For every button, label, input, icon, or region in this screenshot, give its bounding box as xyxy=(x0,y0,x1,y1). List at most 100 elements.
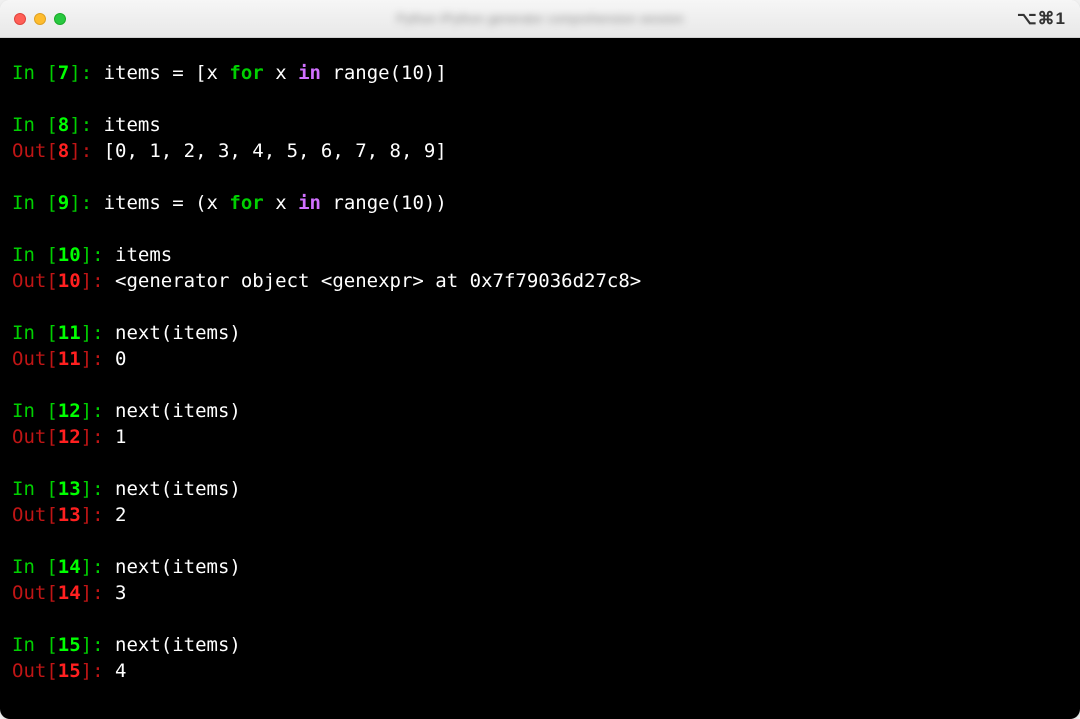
in-label: In xyxy=(12,556,46,578)
code-token: items = (x xyxy=(104,192,230,214)
colon: : xyxy=(92,270,115,292)
code-token: next(items) xyxy=(115,400,241,422)
bracket: ] xyxy=(81,660,92,682)
in-line: In [12]: next(items) xyxy=(12,398,1068,424)
out-label: Out xyxy=(12,270,46,292)
traffic-lights xyxy=(14,13,66,25)
in-line: In [9]: items = (x for x in range(10)) xyxy=(12,190,1068,216)
colon: : xyxy=(81,114,104,136)
code-token: next(items) xyxy=(115,322,241,344)
bracket: [ xyxy=(46,426,57,448)
blank-line xyxy=(12,450,1068,476)
in-line: In [8]: items xyxy=(12,112,1068,138)
out-label: Out xyxy=(12,348,46,370)
output-value: 1 xyxy=(115,426,126,448)
bracket: [ xyxy=(46,140,57,162)
bracket: [ xyxy=(46,192,57,214)
code-token: items xyxy=(104,114,161,136)
bracket: [ xyxy=(46,62,57,84)
colon: : xyxy=(92,660,115,682)
prompt-number: 12 xyxy=(58,400,81,422)
code-token: range(10)) xyxy=(321,192,447,214)
bracket: ] xyxy=(81,348,92,370)
bracket: ] xyxy=(81,582,92,604)
colon: : xyxy=(81,140,104,162)
bracket: ] xyxy=(81,504,92,526)
prompt-number: 15 xyxy=(58,660,81,682)
prompt-number: 14 xyxy=(58,582,81,604)
out-line: Out[12]: 1 xyxy=(12,424,1068,450)
bracket: ] xyxy=(81,634,92,656)
prompt-number: 8 xyxy=(58,140,69,162)
output-value: 3 xyxy=(115,582,126,604)
colon: : xyxy=(92,556,115,578)
out-line: Out[14]: 3 xyxy=(12,580,1068,606)
bracket: ] xyxy=(81,426,92,448)
colon: : xyxy=(92,478,115,500)
prompt-number: 10 xyxy=(58,270,81,292)
output-value: <generator object <genexpr> at 0x7f79036… xyxy=(115,270,641,292)
code-token: x xyxy=(264,192,298,214)
out-line: Out[8]: [0, 1, 2, 3, 4, 5, 6, 7, 8, 9] xyxy=(12,138,1068,164)
bracket: ] xyxy=(81,270,92,292)
bracket: ] xyxy=(81,478,92,500)
prompt-number: 10 xyxy=(58,244,81,266)
prompt-number: 11 xyxy=(58,348,81,370)
out-label: Out xyxy=(12,660,46,682)
prompt-number: 12 xyxy=(58,426,81,448)
bracket: ] xyxy=(69,62,80,84)
bracket: ] xyxy=(69,192,80,214)
output-value: [0, 1, 2, 3, 4, 5, 6, 7, 8, 9] xyxy=(104,140,447,162)
colon: : xyxy=(92,582,115,604)
out-label: Out xyxy=(12,426,46,448)
bracket: [ xyxy=(46,114,57,136)
in-line: In [15]: next(items) xyxy=(12,632,1068,658)
code-token: for xyxy=(229,62,263,84)
colon: : xyxy=(92,504,115,526)
minimize-button[interactable] xyxy=(34,13,46,25)
in-line: In [14]: next(items) xyxy=(12,554,1068,580)
colon: : xyxy=(81,192,104,214)
prompt-number: 14 xyxy=(58,556,81,578)
prompt-number: 13 xyxy=(58,478,81,500)
bracket: ] xyxy=(81,556,92,578)
in-line: In [11]: next(items) xyxy=(12,320,1068,346)
prompt-number: 11 xyxy=(58,322,81,344)
blank-line xyxy=(12,86,1068,112)
code-token: in xyxy=(298,62,321,84)
bracket: ] xyxy=(69,140,80,162)
window-titlebar: Python IPython generator comprehension s… xyxy=(0,0,1080,38)
in-line: In [7]: items = [x for x in range(10)] xyxy=(12,60,1068,86)
prompt-number: 15 xyxy=(58,634,81,656)
bracket: [ xyxy=(46,322,57,344)
terminal-body[interactable]: In [7]: items = [x for x in range(10)] In… xyxy=(0,38,1080,719)
colon: : xyxy=(92,348,115,370)
maximize-button[interactable] xyxy=(54,13,66,25)
bracket: [ xyxy=(46,348,57,370)
in-label: In xyxy=(12,114,46,136)
code-token: next(items) xyxy=(115,478,241,500)
bracket: [ xyxy=(46,634,57,656)
bracket: ] xyxy=(69,114,80,136)
colon: : xyxy=(92,244,115,266)
out-label: Out xyxy=(12,140,46,162)
bracket: [ xyxy=(46,400,57,422)
blank-line xyxy=(12,372,1068,398)
output-value: 2 xyxy=(115,504,126,526)
bracket: [ xyxy=(46,582,57,604)
code-token: next(items) xyxy=(115,634,241,656)
blank-line xyxy=(12,294,1068,320)
out-line: Out[13]: 2 xyxy=(12,502,1068,528)
blank-line xyxy=(12,528,1068,554)
in-label: In xyxy=(12,192,46,214)
in-line: In [13]: next(items) xyxy=(12,476,1068,502)
prompt-number: 9 xyxy=(58,192,69,214)
code-token: next(items) xyxy=(115,556,241,578)
colon: : xyxy=(92,322,115,344)
close-button[interactable] xyxy=(14,13,26,25)
blank-line xyxy=(12,216,1068,242)
output-value: 4 xyxy=(115,660,126,682)
bracket: [ xyxy=(46,478,57,500)
in-label: In xyxy=(12,478,46,500)
terminal-window: Python IPython generator comprehension s… xyxy=(0,0,1080,719)
